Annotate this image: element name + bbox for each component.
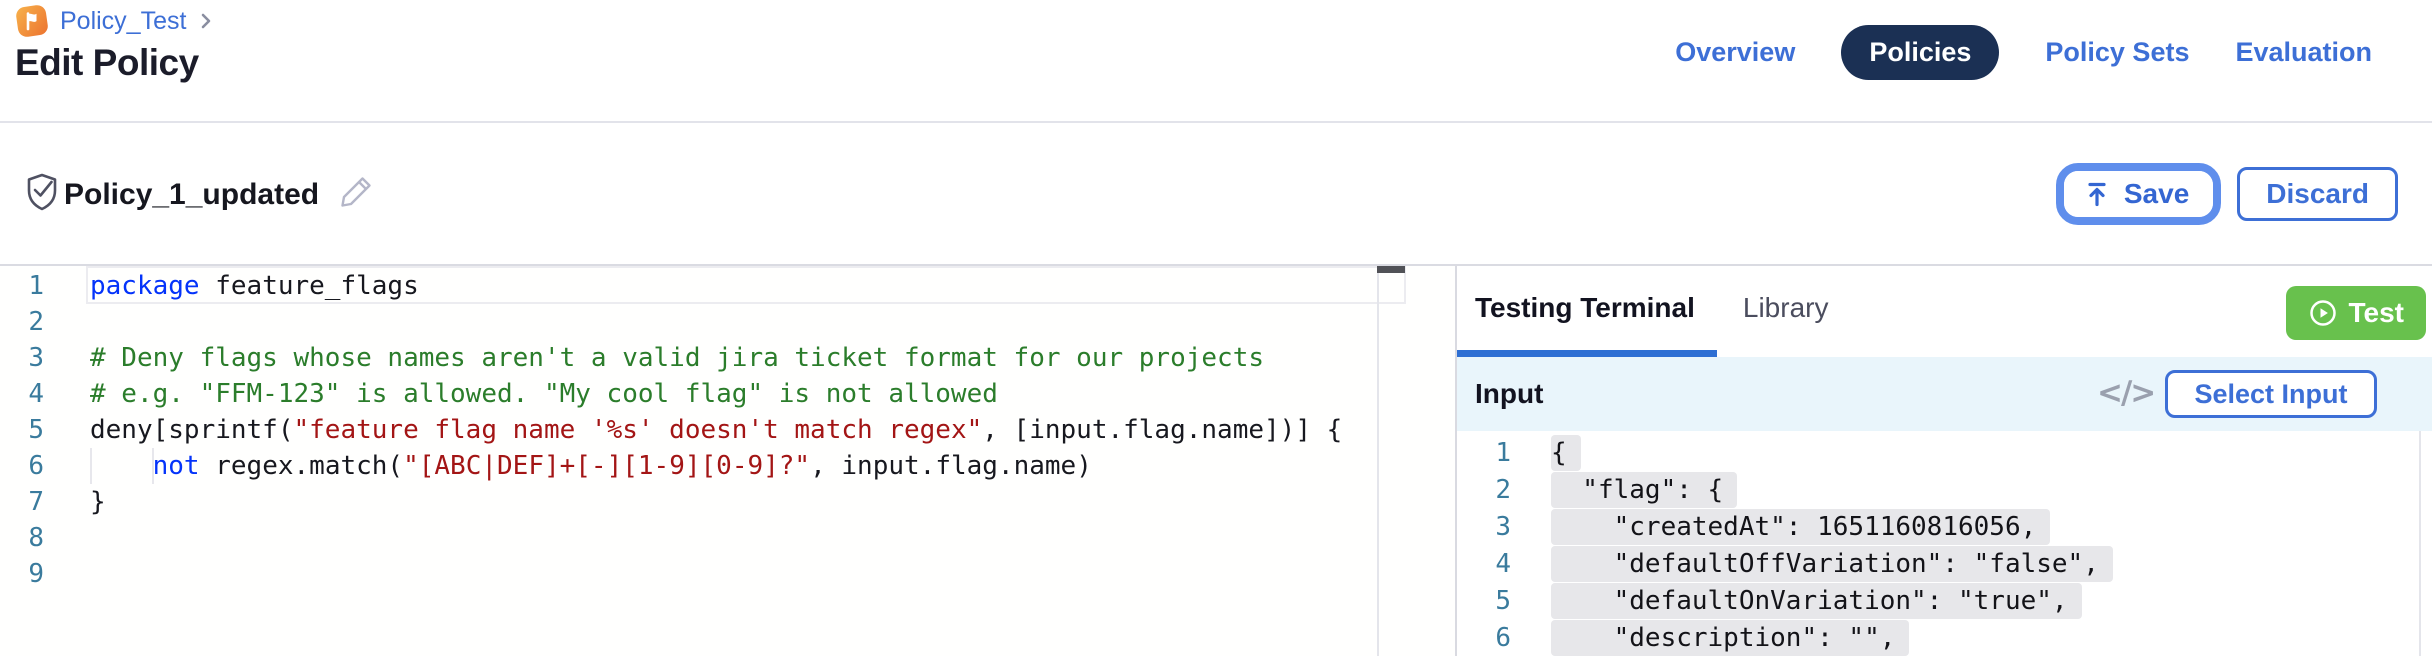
json-line: "flag": { xyxy=(1551,472,2113,509)
line-number: 8 xyxy=(0,520,44,556)
upload-arrow-icon xyxy=(2082,179,2112,209)
page-title: Edit Policy xyxy=(15,42,199,84)
code-line: package feature_flags xyxy=(90,268,1342,304)
selection-highlight: "description": "", xyxy=(1551,620,1909,656)
input-label: Input xyxy=(1475,378,1543,410)
top-nav: Overview Policies Policy Sets Evaluation xyxy=(1675,24,2372,80)
line-number: 1 xyxy=(1457,435,1511,472)
indent-guide xyxy=(90,448,92,484)
terminal-tabs-row: Testing Terminal Library Test xyxy=(1457,266,2432,356)
policy-flag-icon xyxy=(16,5,48,37)
chevron-right-icon xyxy=(198,9,214,33)
json-line: "defaultOnVariation": "true", xyxy=(1551,583,2113,620)
editor-content: package feature_flags # Deny flags whose … xyxy=(90,268,1342,592)
json-line: { xyxy=(1551,435,2113,472)
line-number: 2 xyxy=(0,304,44,340)
code-line: } xyxy=(90,484,1342,520)
selection-highlight: "defaultOffVariation": "false", xyxy=(1551,546,2113,582)
tab-testing-terminal[interactable]: Testing Terminal xyxy=(1475,292,1695,324)
selection-highlight: "flag": { xyxy=(1551,472,1737,508)
tab-library[interactable]: Library xyxy=(1743,292,1829,324)
save-button-focus-ring: Save xyxy=(2056,163,2221,225)
code-brackets-icon[interactable]: </> xyxy=(2097,375,2154,411)
breadcrumb: Policy_Test xyxy=(16,5,214,37)
line-number: 4 xyxy=(1457,546,1511,583)
discard-button[interactable]: Discard xyxy=(2237,167,2398,221)
policy-name: Policy_1_updated xyxy=(64,178,319,212)
breadcrumb-link-project[interactable]: Policy_Test xyxy=(60,7,186,36)
editor-scrollbar-thumb[interactable] xyxy=(1377,266,1405,273)
line-number: 3 xyxy=(0,340,44,376)
json-line: "defaultOffVariation": "false", xyxy=(1551,546,2113,583)
policy-code-editor[interactable]: 123456789 package feature_flags # Deny fl… xyxy=(0,266,1455,656)
selection-highlight: "createdAt": 1651160816056, xyxy=(1551,509,2050,545)
editor-scrollbar-track[interactable] xyxy=(1377,266,1379,656)
code-line xyxy=(90,304,1342,340)
select-input-button[interactable]: Select Input xyxy=(2165,370,2377,418)
input-editor-gutter: 123456 xyxy=(1457,435,1511,656)
json-line: "createdAt": 1651160816056, xyxy=(1551,509,2113,546)
code-line: not regex.match("[ABC|DEF]+[-][1-9][0-9]… xyxy=(90,448,1342,484)
code-line xyxy=(90,520,1342,556)
test-button[interactable]: Test xyxy=(2286,286,2427,340)
line-number: 3 xyxy=(1457,509,1511,546)
code-line: # Deny flags whose names aren't a valid … xyxy=(90,340,1342,376)
shield-check-icon xyxy=(22,170,62,216)
input-header-bar: Input </> Select Input xyxy=(1457,357,2432,431)
line-number: 4 xyxy=(0,376,44,412)
line-number: 1 xyxy=(0,268,44,304)
line-number: 6 xyxy=(1457,620,1511,656)
selection-highlight: { xyxy=(1551,435,1581,471)
input-json-editor[interactable]: 123456 { "flag": { "createdAt": 16511608… xyxy=(1457,431,2432,656)
toolbar-actions: Save Discard xyxy=(2056,163,2398,225)
line-number: 2 xyxy=(1457,472,1511,509)
input-scrollbar-track[interactable] xyxy=(2419,431,2421,656)
test-button-label: Test xyxy=(2349,297,2405,329)
pencil-icon[interactable] xyxy=(336,172,376,212)
line-number: 9 xyxy=(0,556,44,592)
code-line: # e.g. "FFM-123" is allowed. "My cool fl… xyxy=(90,376,1342,412)
code-line xyxy=(90,556,1342,592)
play-circle-icon xyxy=(2308,298,2338,328)
code-line: deny[sprintf("feature flag name '%s' doe… xyxy=(90,412,1342,448)
indent-guide xyxy=(152,448,154,484)
header-divider xyxy=(0,121,2432,123)
active-tab-underline xyxy=(1457,350,1717,357)
line-number: 6 xyxy=(0,448,44,484)
testing-terminal-panel: Testing Terminal Library Test Input </> S… xyxy=(1457,266,2432,656)
save-button[interactable]: Save xyxy=(2064,171,2213,217)
nav-item-evaluation[interactable]: Evaluation xyxy=(2235,37,2372,68)
nav-item-overview[interactable]: Overview xyxy=(1675,37,1795,68)
line-number: 5 xyxy=(0,412,44,448)
selection-highlight: "defaultOnVariation": "true", xyxy=(1551,583,2082,619)
nav-item-policies[interactable]: Policies xyxy=(1841,25,1999,80)
terminal-tabs: Testing Terminal Library xyxy=(1475,266,1828,350)
editor-gutter: 123456789 xyxy=(0,268,44,592)
nav-item-policy-sets[interactable]: Policy Sets xyxy=(2045,37,2189,68)
save-button-label: Save xyxy=(2124,178,2189,210)
line-number: 5 xyxy=(1457,583,1511,620)
input-editor-content: { "flag": { "createdAt": 1651160816056, … xyxy=(1551,435,2113,656)
json-line: "description": "", xyxy=(1551,620,2113,656)
line-number: 7 xyxy=(0,484,44,520)
